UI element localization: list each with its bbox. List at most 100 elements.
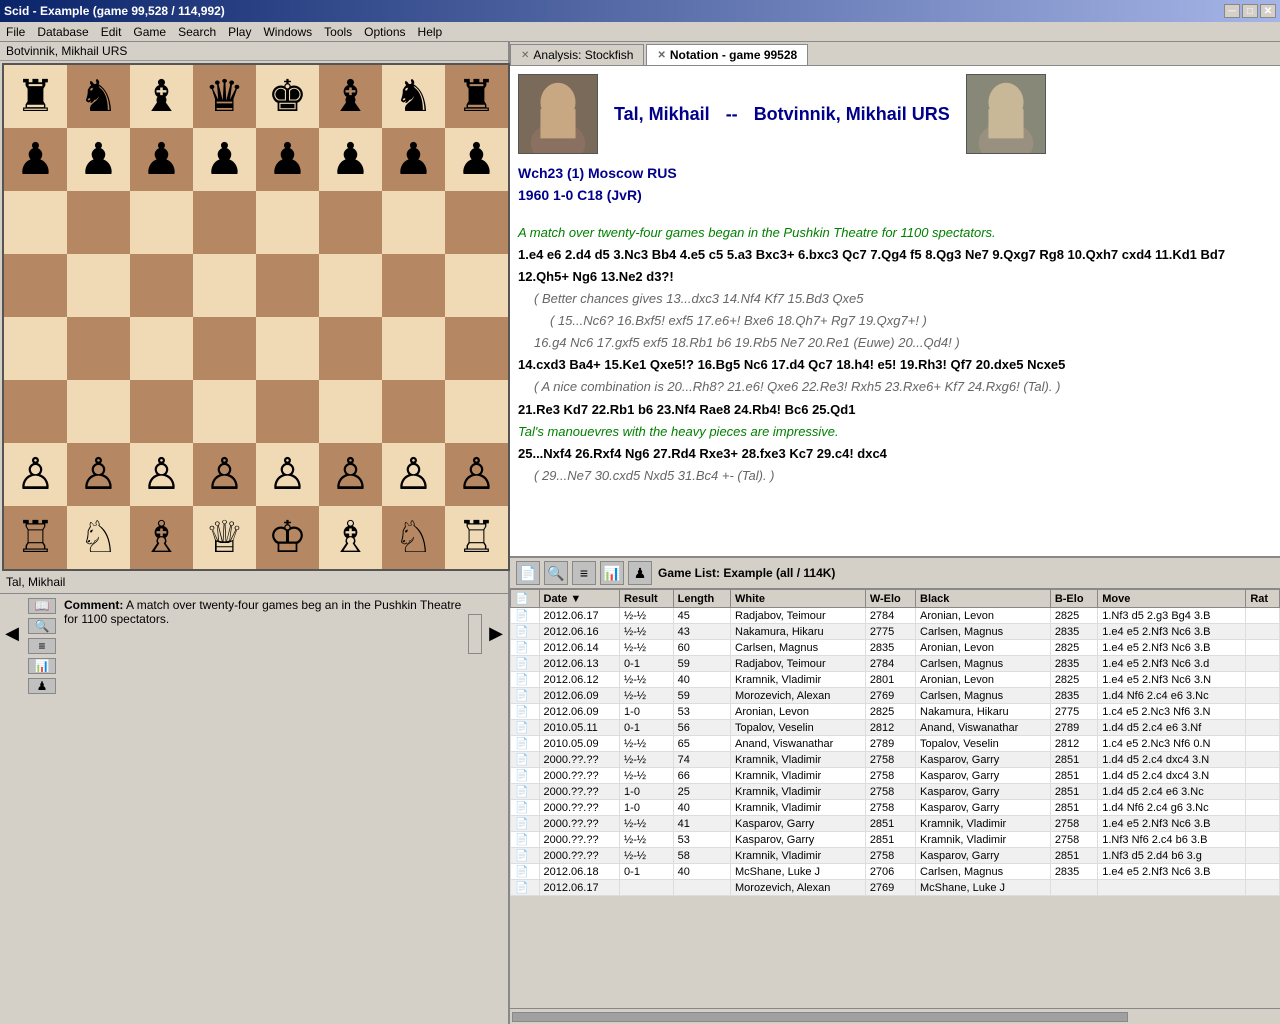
square-b1[interactable]: ♘ [67, 506, 130, 569]
square-b5[interactable] [67, 254, 130, 317]
chart-icon[interactable]: 📊 [28, 658, 56, 674]
square-d5[interactable] [193, 254, 256, 317]
square-f3[interactable] [319, 380, 382, 443]
close-button[interactable]: ✕ [1260, 4, 1276, 18]
square-d7[interactable]: ♟ [193, 128, 256, 191]
square-d2[interactable]: ♙ [193, 443, 256, 506]
square-c4[interactable] [130, 317, 193, 380]
square-a6[interactable] [4, 191, 67, 254]
gl-icon-3[interactable]: ≡ [572, 561, 596, 585]
col-welo[interactable]: W-Elo [865, 590, 915, 608]
square-e8[interactable]: ♚ [256, 65, 319, 128]
square-g3[interactable] [382, 380, 445, 443]
square-c3[interactable] [130, 380, 193, 443]
square-h1[interactable]: ♖ [445, 506, 508, 569]
square-c7[interactable]: ♟ [130, 128, 193, 191]
table-row[interactable]: 📄 2012.06.13 0-1 59 Radjabov, Teimour 27… [511, 656, 1280, 672]
square-e1[interactable]: ♔ [256, 506, 319, 569]
list-icon[interactable]: ≡ [28, 638, 56, 654]
nav-next-button[interactable]: ▶ [484, 594, 508, 673]
col-result[interactable]: Result [620, 590, 674, 608]
square-f1[interactable]: ♗ [319, 506, 382, 569]
square-a5[interactable] [4, 254, 67, 317]
menu-item-windows[interactable]: Windows [257, 23, 318, 41]
menu-item-play[interactable]: Play [222, 23, 257, 41]
menu-item-options[interactable]: Options [358, 23, 411, 41]
square-g8[interactable]: ♞ [382, 65, 445, 128]
square-b7[interactable]: ♟ [67, 128, 130, 191]
table-row[interactable]: 📄 2012.06.18 0-1 40 McShane, Luke J 2706… [511, 864, 1280, 880]
square-c6[interactable] [130, 191, 193, 254]
col-black[interactable]: Black [916, 590, 1051, 608]
square-h8[interactable]: ♜ [445, 65, 508, 128]
menu-item-database[interactable]: Database [31, 23, 94, 41]
square-e5[interactable] [256, 254, 319, 317]
menu-item-help[interactable]: Help [412, 23, 449, 41]
table-row[interactable]: 📄 2000.??.?? ½-½ 41 Kasparov, Garry 2851… [511, 816, 1280, 832]
square-f7[interactable]: ♟ [319, 128, 382, 191]
square-g6[interactable] [382, 191, 445, 254]
comment-scrollbar[interactable] [468, 614, 482, 654]
square-g1[interactable]: ♘ [382, 506, 445, 569]
square-c8[interactable]: ♝ [130, 65, 193, 128]
gl-icon-1[interactable]: 📄 [516, 561, 540, 585]
menu-item-file[interactable]: File [0, 23, 31, 41]
square-a2[interactable]: ♙ [4, 443, 67, 506]
square-f8[interactable]: ♝ [319, 65, 382, 128]
square-a3[interactable] [4, 380, 67, 443]
square-b6[interactable] [67, 191, 130, 254]
table-row[interactable]: 📄 2012.06.09 1-0 53 Aronian, Levon 2825 … [511, 704, 1280, 720]
table-row[interactable]: 📄 2012.06.12 ½-½ 40 Kramnik, Vladimir 28… [511, 672, 1280, 688]
square-h5[interactable] [445, 254, 508, 317]
table-row[interactable]: 📄 2000.??.?? 1-0 25 Kramnik, Vladimir 27… [511, 784, 1280, 800]
table-row[interactable]: 📄 2012.06.14 ½-½ 60 Carlsen, Magnus 2835… [511, 640, 1280, 656]
table-row[interactable]: 📄 2000.??.?? 1-0 40 Kramnik, Vladimir 27… [511, 800, 1280, 816]
square-b3[interactable] [67, 380, 130, 443]
square-f5[interactable] [319, 254, 382, 317]
square-h3[interactable] [445, 380, 508, 443]
square-a7[interactable]: ♟ [4, 128, 67, 191]
menu-item-game[interactable]: Game [127, 23, 172, 41]
col-date[interactable]: Date ▼ [539, 590, 620, 608]
table-row[interactable]: 📄 2010.05.11 0-1 56 Topalov, Veselin 281… [511, 720, 1280, 736]
col-move[interactable]: Move [1098, 590, 1246, 608]
table-row[interactable]: 📄 2012.06.16 ½-½ 43 Nakamura, Hikaru 277… [511, 624, 1280, 640]
table-row[interactable]: 📄 2000.??.?? ½-½ 74 Kramnik, Vladimir 27… [511, 752, 1280, 768]
square-e7[interactable]: ♟ [256, 128, 319, 191]
square-d8[interactable]: ♛ [193, 65, 256, 128]
square-b2[interactable]: ♙ [67, 443, 130, 506]
col-rat[interactable]: Rat [1246, 590, 1280, 608]
table-row[interactable]: 📄 2010.05.09 ½-½ 65 Anand, Viswanathar 2… [511, 736, 1280, 752]
square-b8[interactable]: ♞ [67, 65, 130, 128]
table-row[interactable]: 📄 2000.??.?? ½-½ 53 Kasparov, Garry 2851… [511, 832, 1280, 848]
col-icon[interactable]: 📄 [511, 590, 540, 608]
square-h2[interactable]: ♙ [445, 443, 508, 506]
maximize-button[interactable]: □ [1242, 4, 1258, 18]
square-b4[interactable] [67, 317, 130, 380]
square-e4[interactable] [256, 317, 319, 380]
menu-item-tools[interactable]: Tools [318, 23, 358, 41]
gl-icon-4[interactable]: 📊 [600, 561, 624, 585]
square-e3[interactable] [256, 380, 319, 443]
table-row[interactable]: 📄 2000.??.?? ½-½ 58 Kramnik, Vladimir 27… [511, 848, 1280, 864]
square-a1[interactable]: ♖ [4, 506, 67, 569]
minimize-button[interactable]: ─ [1224, 4, 1240, 18]
square-e2[interactable]: ♙ [256, 443, 319, 506]
square-a4[interactable] [4, 317, 67, 380]
square-c1[interactable]: ♗ [130, 506, 193, 569]
square-d4[interactable] [193, 317, 256, 380]
square-d1[interactable]: ♕ [193, 506, 256, 569]
tab-analysis[interactable]: ✕ Analysis: Stockfish [510, 44, 644, 65]
square-e6[interactable] [256, 191, 319, 254]
col-belo[interactable]: B-Elo [1050, 590, 1097, 608]
gamelist-table-container[interactable]: 📄 Date ▼ Result Length White W-Elo Black… [510, 589, 1280, 1008]
scrollbar-thumb[interactable] [512, 1012, 1128, 1022]
square-a8[interactable]: ♜ [4, 65, 67, 128]
menu-item-search[interactable]: Search [172, 23, 222, 41]
square-c5[interactable] [130, 254, 193, 317]
square-h4[interactable] [445, 317, 508, 380]
chessboard[interactable]: ♜♞♝♛♚♝♞♜♟♟♟♟♟♟♟♟♙♙♙♙♙♙♙♙♖♘♗♕♔♗♘♖ [4, 65, 508, 569]
table-row[interactable]: 📄 2012.06.17 ½-½ 45 Radjabov, Teimour 27… [511, 608, 1280, 624]
table-row[interactable]: 📄 2012.06.17 Morozevich, Alexan 2769 McS… [511, 880, 1280, 896]
col-white[interactable]: White [731, 590, 866, 608]
